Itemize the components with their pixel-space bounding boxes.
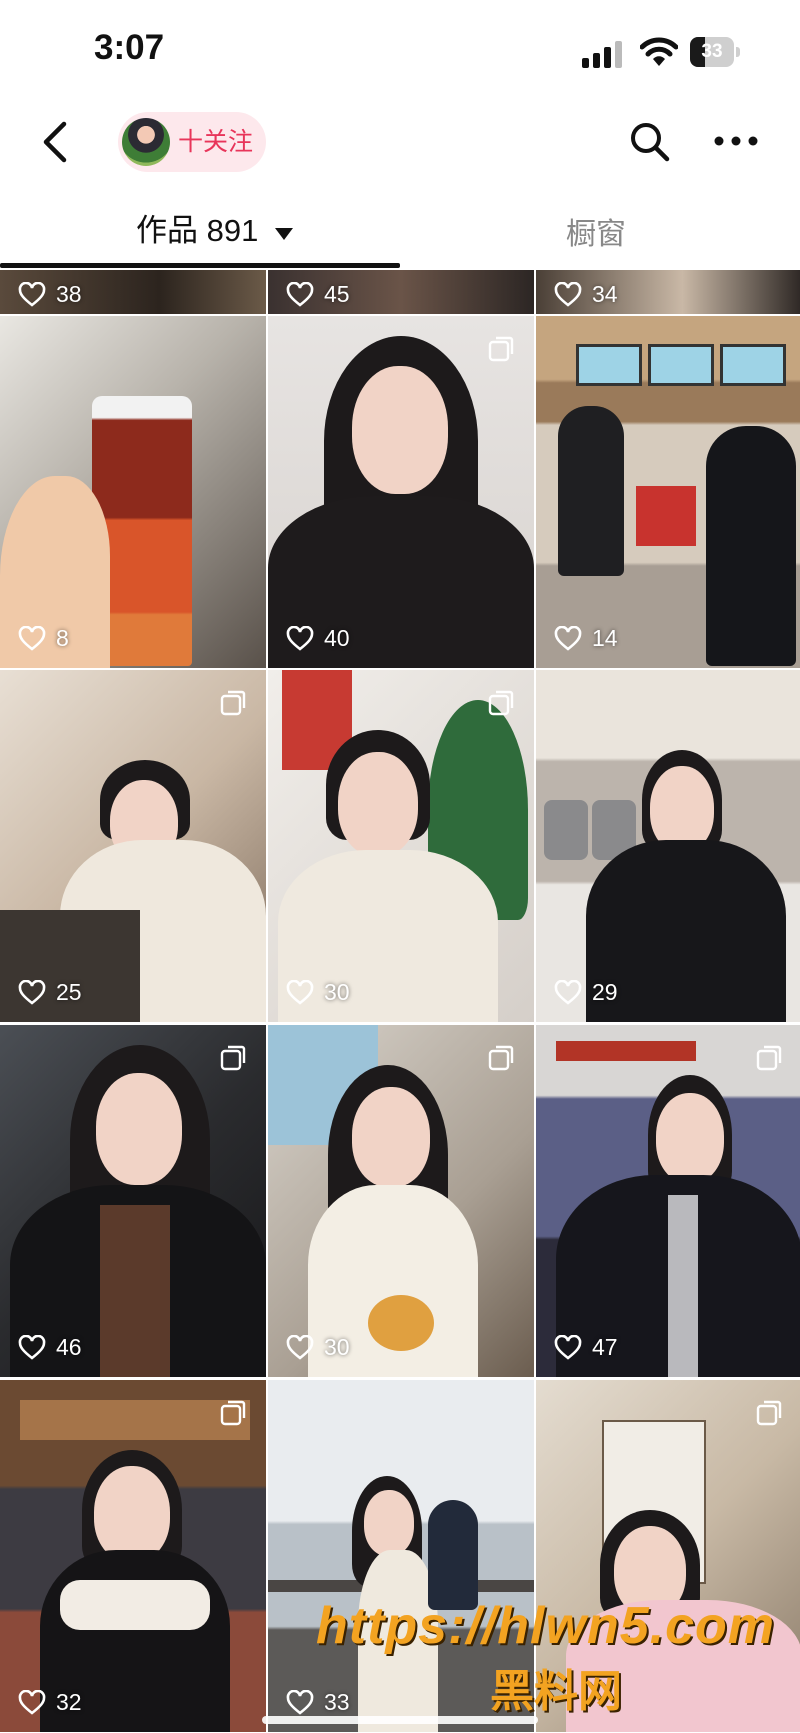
status-bar: 3:07 33 xyxy=(0,0,800,100)
multi-image-icon xyxy=(756,1045,782,1071)
heart-icon xyxy=(286,1334,314,1360)
wifi-icon xyxy=(640,37,678,66)
like-count: 33 xyxy=(324,1689,350,1715)
grid-item[interactable]: 14 xyxy=(536,316,800,668)
grid-item[interactable]: 34 xyxy=(536,270,800,314)
heart-icon xyxy=(18,1689,46,1715)
watermark-url: https://hlwn5.com xyxy=(316,1597,775,1655)
multi-image-icon xyxy=(220,1400,246,1426)
like-count: 14 xyxy=(592,625,618,651)
multi-image-icon xyxy=(220,1045,246,1071)
heart-icon xyxy=(554,1334,582,1360)
heart-icon xyxy=(18,281,46,307)
grid-item[interactable]: 32 xyxy=(0,1380,266,1732)
cellular-signal-icon xyxy=(582,40,624,68)
avatar[interactable] xyxy=(122,118,170,166)
heart-icon xyxy=(18,625,46,651)
grid-item[interactable]: 30 xyxy=(268,670,534,1022)
heart-icon xyxy=(554,281,582,307)
like-count: 30 xyxy=(324,1334,350,1360)
battery-icon: 33 xyxy=(690,37,742,67)
heart-icon xyxy=(286,1689,314,1715)
caret-down-icon xyxy=(274,227,293,240)
heart-icon xyxy=(286,979,314,1005)
like-count: 25 xyxy=(56,979,82,1005)
multi-image-icon xyxy=(488,1045,514,1071)
like-count: 46 xyxy=(56,1334,82,1360)
like-count: 47 xyxy=(592,1334,618,1360)
like-count: 8 xyxy=(56,625,69,651)
grid-item[interactable]: 46 xyxy=(0,1025,266,1377)
heart-icon xyxy=(286,281,314,307)
tab-works[interactable]: 作品 891 xyxy=(136,205,293,257)
like-count: 34 xyxy=(592,281,618,307)
like-count: 30 xyxy=(324,979,350,1005)
battery-percent: 33 xyxy=(701,41,723,62)
follow-button[interactable]: 十关注 xyxy=(118,112,266,172)
multi-image-icon xyxy=(220,690,246,716)
heart-icon xyxy=(286,625,314,651)
heart-icon xyxy=(18,1334,46,1360)
likes: 8 xyxy=(18,625,69,652)
multi-image-icon xyxy=(756,1400,782,1426)
multi-image-icon xyxy=(488,336,514,362)
status-time: 3:07 xyxy=(94,28,165,67)
grid-item[interactable]: 30 xyxy=(268,1025,534,1377)
works-grid: 38 45 34 8 40 14 25 30 29 46 30 47 32 33 xyxy=(0,270,800,1733)
grid-item[interactable]: 29 xyxy=(536,670,800,1022)
grid-item[interactable]: 25 xyxy=(0,670,266,1022)
follow-label: 十关注 xyxy=(178,128,254,156)
like-count: 45 xyxy=(324,281,350,307)
tab-active-indicator xyxy=(0,263,400,268)
like-count: 40 xyxy=(324,625,350,651)
tab-works-label: 作品 891 xyxy=(136,213,259,248)
grid-item[interactable]: 47 xyxy=(536,1025,800,1377)
grid-item[interactable]: 8 xyxy=(0,316,266,668)
heart-icon xyxy=(18,979,46,1005)
heart-icon xyxy=(554,979,582,1005)
like-count: 38 xyxy=(56,281,82,307)
multi-image-icon xyxy=(488,690,514,716)
watermark-name: 黑料网 xyxy=(490,1667,622,1716)
home-indicator[interactable] xyxy=(262,1716,538,1724)
grid-item[interactable]: 45 xyxy=(268,270,534,314)
back-icon[interactable] xyxy=(36,118,76,166)
tab-showcase[interactable]: 橱窗 xyxy=(566,209,626,253)
grid-item[interactable]: 40 xyxy=(268,316,534,668)
search-icon[interactable] xyxy=(628,120,672,164)
grid-item[interactable]: 38 xyxy=(0,270,266,314)
more-options-icon[interactable] xyxy=(712,124,760,158)
like-count: 29 xyxy=(592,979,618,1005)
like-count: 32 xyxy=(56,1689,82,1715)
heart-icon xyxy=(554,625,582,651)
